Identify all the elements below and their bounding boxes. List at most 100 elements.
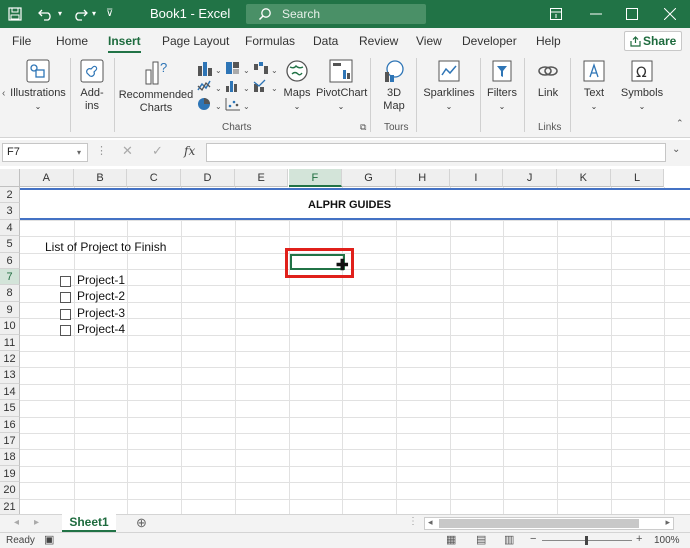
tab-review[interactable]: Review [359, 28, 398, 54]
row-header-9[interactable]: 9 [0, 301, 20, 319]
column-header-e[interactable]: E [234, 169, 289, 187]
column-header-l[interactable]: L [610, 169, 665, 187]
column-chart-icon[interactable]: ⌄ [196, 60, 222, 78]
scatter-chart-icon[interactable]: ⌄ [224, 96, 250, 114]
hscroll-left-icon[interactable]: ◂ [428, 517, 433, 528]
name-box-dropdown-icon[interactable]: ▾ [77, 144, 81, 161]
statistic-chart-icon[interactable]: ⌄ [224, 78, 250, 96]
zoom-level[interactable]: 100% [654, 535, 680, 546]
redo-icon[interactable] [72, 0, 88, 28]
sheet-scroll-left-icon[interactable]: ◂ [14, 517, 19, 528]
row-header-16[interactable]: 16 [0, 416, 20, 433]
row-header-20[interactable]: 20 [0, 482, 20, 499]
charts-dialog-launcher-icon[interactable]: ⧉ [360, 122, 366, 133]
ribbon-scroll-left-icon[interactable]: ‹ [2, 88, 5, 99]
expand-formula-bar-icon[interactable]: ⌄ [672, 144, 680, 155]
recommended-charts-button[interactable]: ? Recommended Charts [118, 58, 194, 115]
hierarchy-chart-icon[interactable]: ⌄ [224, 60, 250, 78]
share-button[interactable]: Share [624, 31, 682, 51]
row-header-2[interactable]: 2 [0, 187, 20, 204]
minimize-button[interactable] [578, 0, 614, 28]
maps-button[interactable]: Maps ⌄ [282, 58, 312, 113]
normal-view-icon[interactable]: ▦ [446, 533, 456, 546]
hscroll-right-icon[interactable]: ▸ [665, 517, 670, 528]
project-1-checkbox[interactable] [60, 276, 71, 287]
zoom-slider-thumb[interactable] [585, 536, 588, 545]
column-header-g[interactable]: G [342, 169, 396, 187]
row-header-7[interactable]: 7 [0, 269, 20, 286]
3d-map-button[interactable]: 3D Map [376, 58, 412, 113]
project-4-checkbox[interactable] [60, 325, 71, 336]
search-box[interactable]: Search [246, 4, 426, 24]
undo-dropdown-icon[interactable]: ▾ [58, 0, 62, 28]
tab-data[interactable]: Data [313, 28, 338, 54]
column-header-f[interactable]: F [288, 169, 343, 187]
row-header-13[interactable]: 13 [0, 367, 20, 384]
project-3-checkbox[interactable] [60, 309, 71, 320]
row-header-4[interactable]: 4 [0, 219, 20, 237]
row-header-11[interactable]: 11 [0, 334, 20, 351]
row-header-21[interactable]: 21 [0, 498, 20, 514]
sheet-tab-sheet1[interactable]: Sheet1 [62, 514, 116, 532]
column-header-a[interactable]: A [20, 169, 74, 187]
customize-toolbar-icon[interactable]: ⊽ [106, 0, 113, 28]
page-layout-view-icon[interactable]: ▤ [476, 533, 486, 546]
column-header-i[interactable]: I [449, 169, 504, 187]
tab-split-grip-icon[interactable]: ⋮ [408, 516, 418, 527]
project-2-checkbox[interactable] [60, 292, 71, 303]
tab-page-layout[interactable]: Page Layout [162, 28, 229, 54]
horizontal-scrollbar[interactable]: ◂ ▸ [424, 517, 674, 530]
line-chart-icon[interactable]: ⌄ [196, 78, 222, 96]
zoom-in-icon[interactable]: + [636, 533, 642, 545]
collapse-ribbon-icon[interactable]: ⌃ [676, 118, 684, 129]
worksheet-grid[interactable]: ABCDEFGHIJKL 2 3 4 5 6 7 8 9 10 11 12 13 14 15 16 17 18 1… [0, 169, 690, 514]
row-header-12[interactable]: 12 [0, 351, 20, 368]
pivotchart-button[interactable]: PivotChart ⌄ [316, 58, 367, 113]
illustrations-button[interactable]: Illustrations ⌄ [10, 58, 66, 113]
redo-dropdown-icon[interactable]: ▾ [92, 0, 96, 28]
tab-formulas[interactable]: Formulas [245, 28, 295, 54]
row-header-17[interactable]: 17 [0, 433, 20, 450]
name-box[interactable]: F7 ▾ [2, 143, 88, 162]
tab-insert[interactable]: Insert [108, 28, 141, 54]
column-header-d[interactable]: D [181, 169, 235, 187]
page-break-view-icon[interactable]: ▥ [504, 533, 514, 546]
row-header-5[interactable]: 5 [0, 236, 20, 253]
tab-view[interactable]: View [416, 28, 442, 54]
accessibility-icon[interactable]: ▣ [44, 533, 54, 546]
column-header-k[interactable]: K [557, 169, 611, 187]
formula-input[interactable] [206, 143, 666, 162]
row-header-14[interactable]: 14 [0, 383, 20, 401]
close-button[interactable] [652, 0, 688, 28]
row-header-6[interactable]: 6 [0, 252, 20, 269]
column-header-c[interactable]: C [127, 169, 182, 187]
save-icon[interactable] [8, 0, 22, 28]
tab-file[interactable]: File [12, 28, 31, 54]
column-header-h[interactable]: H [395, 169, 450, 187]
column-header-b[interactable]: B [73, 169, 128, 187]
sheet-scroll-right-icon[interactable]: ▸ [34, 517, 39, 528]
text-button[interactable]: Text ⌄ [576, 58, 612, 113]
hscroll-thumb[interactable] [439, 519, 639, 528]
row-header-19[interactable]: 19 [0, 465, 20, 483]
sparklines-button[interactable]: Sparklines ⌄ [422, 58, 476, 113]
row-header-3[interactable]: 3 [0, 203, 20, 220]
cancel-icon[interactable]: ✕ [122, 143, 133, 159]
symbols-button[interactable]: Ω Symbols ⌄ [620, 58, 664, 113]
tab-developer[interactable]: Developer [462, 28, 517, 54]
pie-chart-icon[interactable]: ⌄ [196, 96, 222, 114]
waterfall-chart-icon[interactable]: ⌄ [252, 60, 278, 78]
row-header-15[interactable]: 15 [0, 400, 20, 417]
undo-icon[interactable] [38, 0, 54, 28]
column-header-j[interactable]: J [503, 169, 557, 187]
zoom-out-icon[interactable]: − [530, 533, 536, 545]
tab-help[interactable]: Help [536, 28, 561, 54]
new-sheet-icon[interactable]: ⊕ [136, 515, 147, 531]
row-header-18[interactable]: 18 [0, 449, 20, 466]
addins-button[interactable]: Add- ins [74, 58, 110, 113]
filters-button[interactable]: Filters ⌄ [484, 58, 520, 113]
enter-icon[interactable]: ✓ [152, 143, 163, 159]
ribbon-display-options-icon[interactable] [538, 0, 574, 28]
maximize-button[interactable] [614, 0, 650, 28]
combo-chart-icon[interactable]: ⌄ [252, 78, 278, 96]
